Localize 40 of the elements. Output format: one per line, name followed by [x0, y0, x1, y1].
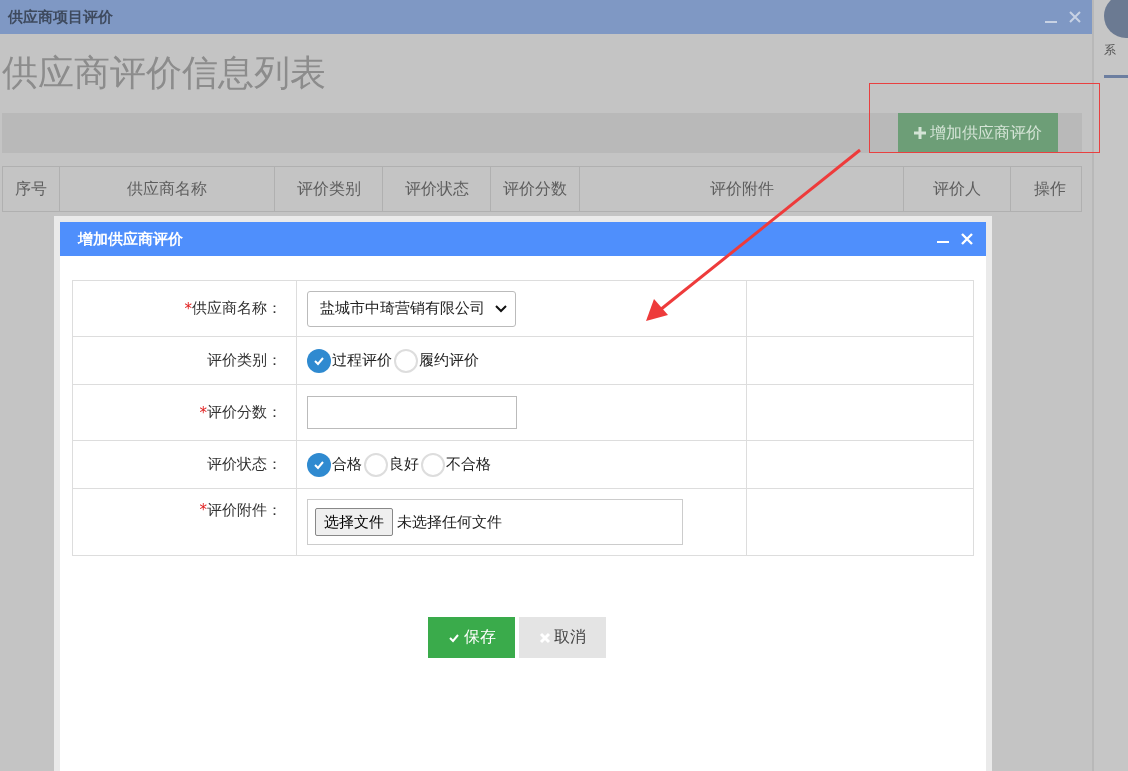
field-label: 评价附件：: [207, 501, 282, 520]
plus-icon: [914, 127, 926, 139]
column-header: 序号: [3, 167, 60, 211]
radio-button[interactable]: [307, 348, 331, 373]
page-heading: 供应商评价信息列表: [1, 51, 327, 95]
column-header: 评价分数: [491, 167, 580, 211]
dialog-title: 增加供应商评价: [78, 229, 183, 249]
close-icon[interactable]: [1068, 10, 1082, 24]
cancel-button[interactable]: 取消: [519, 617, 606, 658]
column-header: 评价状态: [383, 167, 491, 211]
column-header: 供应商名称: [60, 167, 275, 211]
chevron-down-icon: [495, 304, 507, 313]
radio-label[interactable]: 合格: [332, 455, 362, 474]
column-header: 评价附件: [580, 167, 904, 211]
window-title: 供应商项目评价: [8, 7, 113, 27]
required-mark: *: [199, 501, 207, 519]
radio-button[interactable]: [421, 452, 445, 477]
supplier-select[interactable]: 盐城市中琦营销有限公司: [307, 290, 516, 327]
radio-button[interactable]: [307, 452, 331, 477]
field-label: 评价分数：: [207, 403, 282, 422]
radio-label[interactable]: 不合格: [446, 455, 491, 474]
radio-button[interactable]: [394, 348, 418, 373]
field-label: 供应商名称：: [192, 299, 282, 318]
choose-file-button[interactable]: 选择文件: [315, 508, 393, 536]
required-mark: *: [184, 299, 192, 318]
side-label: 系: [1104, 42, 1116, 59]
file-status: 未选择任何文件: [397, 512, 502, 532]
radio-label[interactable]: 履约评价: [419, 351, 479, 370]
file-input[interactable]: 选择文件 未选择任何文件: [307, 499, 683, 545]
close-icon: [539, 631, 551, 644]
radio-label[interactable]: 良好: [389, 455, 419, 474]
score-input[interactable]: [307, 396, 517, 429]
required-mark: *: [199, 403, 207, 422]
column-header: 评价类别: [275, 167, 383, 211]
column-header: 评价人: [904, 167, 1011, 211]
field-label: 评价状态：: [207, 455, 282, 474]
radio-button[interactable]: [364, 452, 388, 477]
radio-label[interactable]: 过程评价: [332, 351, 392, 370]
field-label: 评价类别：: [207, 351, 282, 370]
column-header: 操作: [1033, 177, 1067, 200]
